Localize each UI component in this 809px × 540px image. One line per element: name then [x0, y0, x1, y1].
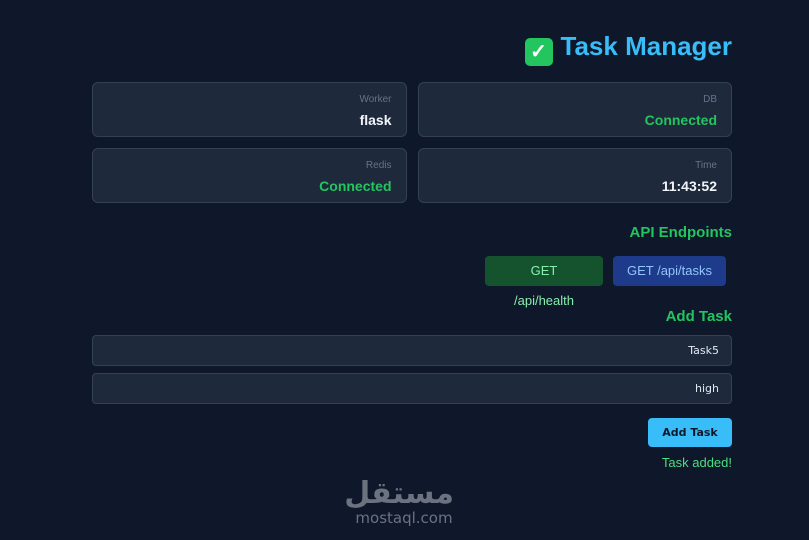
- watermark-logo: مستقل mostaql.com: [344, 476, 454, 527]
- redis-card: Redis Connected: [92, 148, 407, 203]
- check-mark-icon: ✓: [524, 38, 553, 66]
- status-message: Task added!: [661, 455, 732, 470]
- card-value: Connected: [644, 112, 717, 128]
- worker-card: Worker flask: [92, 82, 407, 137]
- card-label: DB: [703, 94, 717, 105]
- watermark-latin: mostaql.com: [355, 509, 453, 527]
- db-card: DB Connected: [417, 82, 732, 137]
- get-health-button[interactable]: GET /api/health: [485, 256, 603, 308]
- get-tasks-button[interactable]: GET /api/tasks: [613, 256, 726, 286]
- add-task-button[interactable]: Add Task: [648, 418, 732, 447]
- time-card: Time 11:43:52: [417, 148, 732, 203]
- card-value: Connected: [319, 178, 392, 194]
- card-value: flask: [359, 112, 392, 128]
- task-name-input[interactable]: [92, 335, 732, 366]
- priority-input[interactable]: [92, 373, 732, 404]
- card-label: Redis: [365, 160, 392, 171]
- api-buttons: GET /api/tasks GET /api/health: [485, 256, 726, 308]
- watermark-arabic: مستقل: [344, 476, 454, 511]
- add-task-heading: Add Task: [665, 308, 732, 325]
- card-label: Time: [695, 160, 717, 171]
- status-grid: DB Connected Worker flask Time 11:43:52 Red…: [92, 82, 732, 203]
- card-value: 11:43:52: [661, 178, 717, 194]
- page-title: Task Manager✓: [524, 31, 732, 66]
- title-text: Task Manager: [560, 31, 732, 61]
- card-label: Worker: [359, 94, 392, 105]
- api-heading: API Endpoints: [629, 224, 733, 241]
